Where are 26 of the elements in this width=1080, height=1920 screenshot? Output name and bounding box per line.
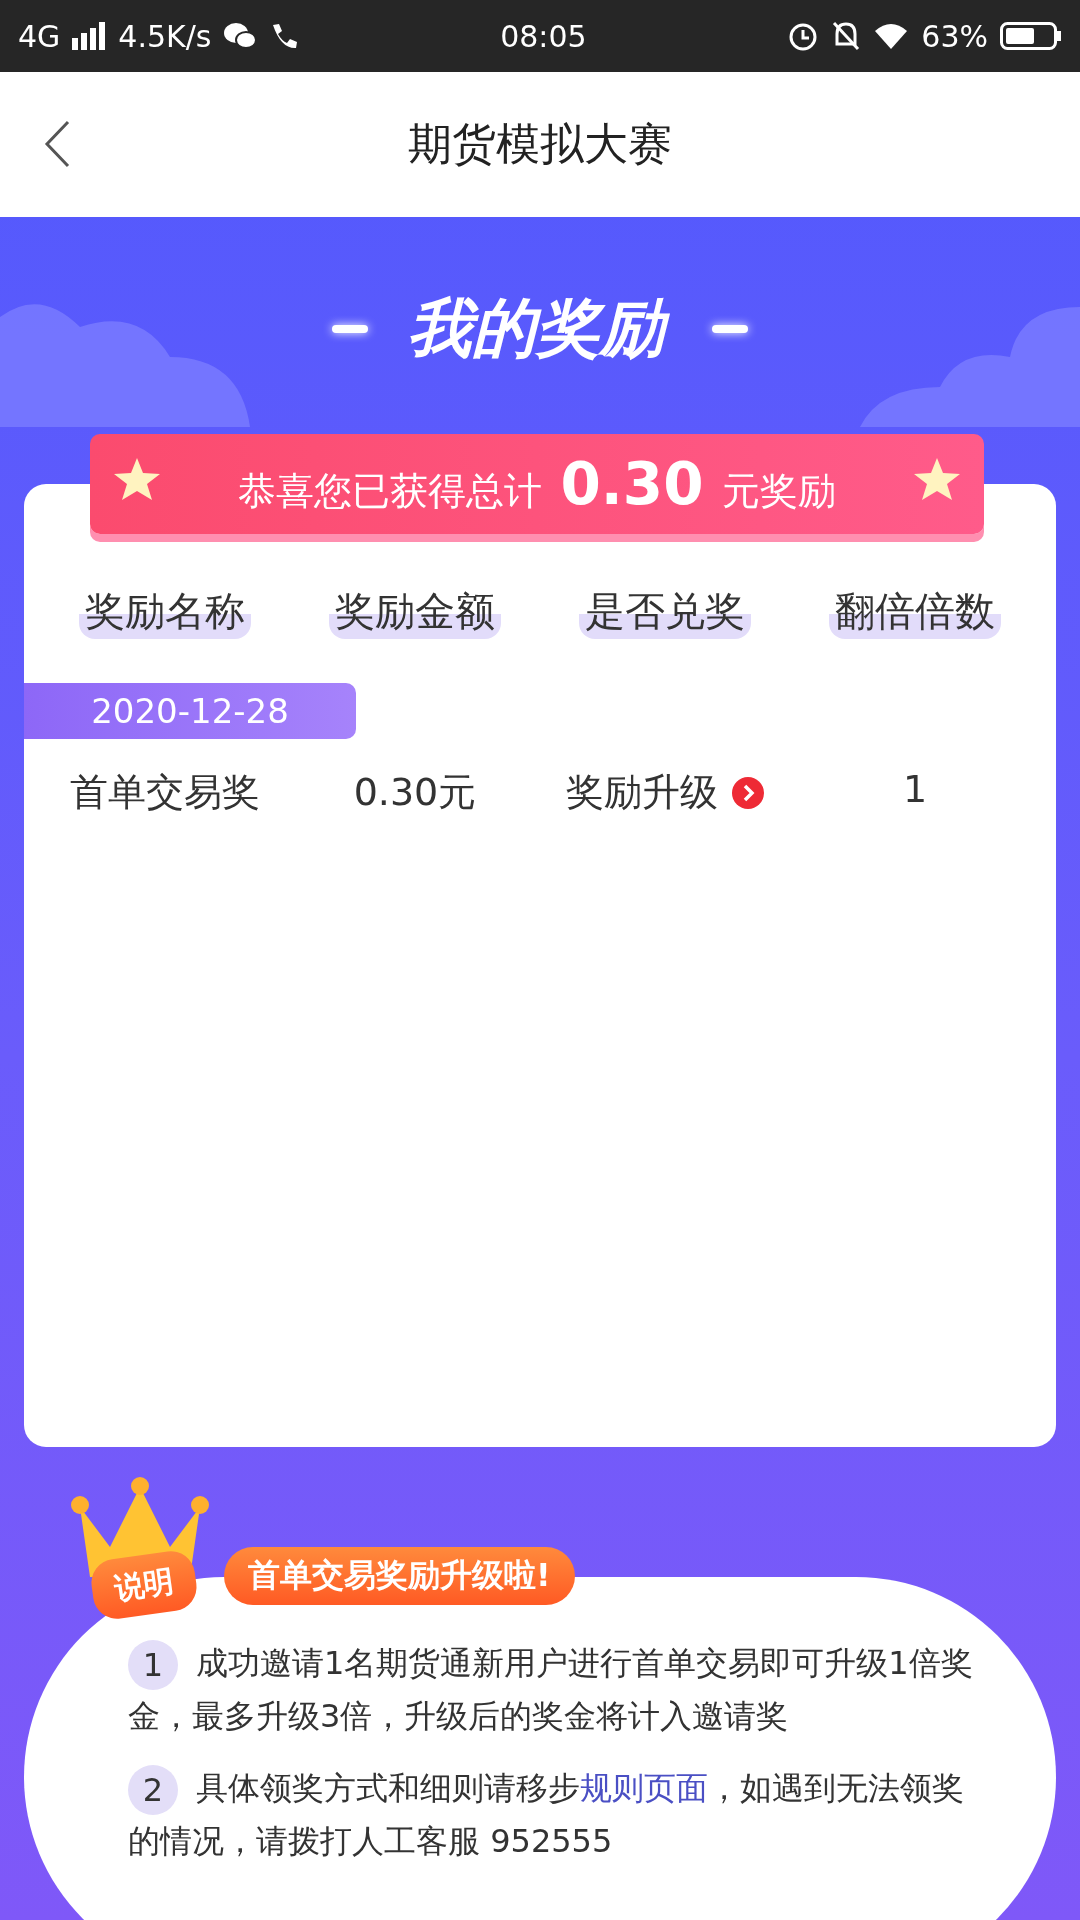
dash-decoration <box>332 324 368 333</box>
reward-name: 首单交易奖 <box>70 769 260 816</box>
upgrade-link[interactable]: 奖励升级 <box>566 767 718 818</box>
rewards-title: 我的奖励 <box>404 287 676 371</box>
wifi-icon <box>873 21 910 51</box>
dash-decoration <box>712 324 748 333</box>
signal-icon <box>72 22 107 50</box>
network-type: 4G <box>18 18 61 54</box>
clock-time: 08:05 <box>500 18 587 54</box>
star-icon <box>112 456 162 502</box>
note-paragraph: 2 具体领奖方式和细则请移步规则页面，如遇到无法领奖的情况，请拨打人工客服 952555 <box>128 1762 976 1867</box>
date-tag: 2020-12-28 <box>24 683 356 739</box>
reward-total-text: 恭喜您已获得总计 0.30 元奖励 <box>238 450 836 518</box>
chevron-right-icon[interactable] <box>732 776 764 809</box>
battery-icon <box>1000 21 1062 51</box>
network-speed: 4.5K/s <box>118 18 212 54</box>
notes-title: 首单交易奖励升级啦! <box>224 1547 575 1605</box>
battery-percent: 63% <box>921 18 988 54</box>
page-title: 期货模拟大赛 <box>408 117 672 171</box>
note-paragraph: 1 成功邀请1名期货通新用户进行首单交易即可升级1倍奖金，最多升级3倍，升级后的奖金将计入邀请奖 <box>128 1637 976 1742</box>
star-icon <box>912 456 962 502</box>
multiplier-value: 1 <box>902 767 928 813</box>
rules-link[interactable]: 规则页面 <box>580 1769 708 1807</box>
bell-off-icon <box>831 20 862 52</box>
reward-amount: 0.30元 <box>353 769 477 816</box>
back-icon[interactable] <box>44 120 70 168</box>
